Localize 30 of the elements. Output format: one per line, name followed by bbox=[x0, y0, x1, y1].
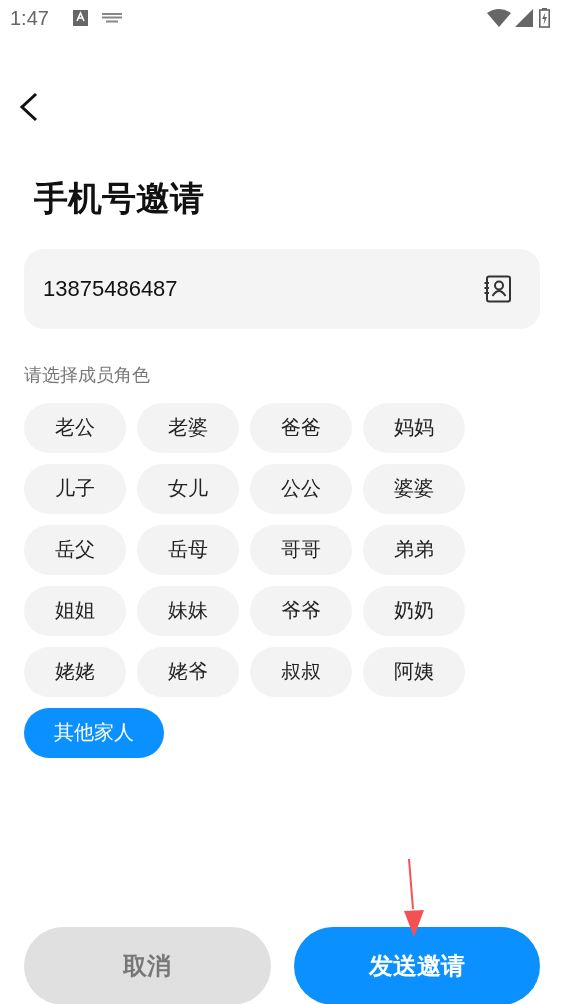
role-chip[interactable]: 岳母 bbox=[137, 524, 239, 575]
role-chip[interactable]: 女儿 bbox=[137, 463, 239, 514]
role-chip[interactable]: 公公 bbox=[250, 463, 352, 514]
role-chip[interactable]: 叔叔 bbox=[250, 646, 352, 697]
keyboard-a-icon bbox=[72, 10, 88, 26]
role-chip[interactable]: 姐姐 bbox=[24, 585, 126, 636]
role-chip[interactable]: 姥爷 bbox=[137, 646, 239, 697]
role-chip[interactable]: 妹妹 bbox=[137, 585, 239, 636]
role-chip[interactable]: 老婆 bbox=[137, 402, 239, 453]
role-chip[interactable]: 哥哥 bbox=[250, 524, 352, 575]
page-title: 手机号邀请 bbox=[34, 178, 205, 219]
role-chip[interactable]: 姥姥 bbox=[24, 646, 126, 697]
role-chip[interactable]: 妈妈 bbox=[363, 402, 465, 453]
phone-input-field[interactable]: 13875486487 bbox=[24, 248, 540, 329]
contact-book-icon[interactable] bbox=[484, 274, 512, 303]
keyboard-icon bbox=[101, 13, 122, 23]
role-chip[interactable]: 爷爷 bbox=[250, 585, 352, 636]
role-chip[interactable]: 奶奶 bbox=[363, 585, 465, 636]
role-chip[interactable]: 儿子 bbox=[24, 463, 126, 514]
wifi-icon bbox=[487, 9, 511, 27]
role-chip[interactable]: 爸爸 bbox=[250, 402, 352, 453]
role-chip[interactable]: 阿姨 bbox=[363, 646, 465, 697]
roles-label: 请选择成员角色 bbox=[24, 362, 151, 387]
signal-icon bbox=[515, 9, 533, 27]
role-chip[interactable]: 婆婆 bbox=[363, 463, 465, 514]
battery-charging-icon bbox=[539, 8, 550, 28]
status-time: 1:47 bbox=[10, 6, 49, 30]
role-chip[interactable]: 老公 bbox=[24, 402, 126, 453]
role-chip[interactable]: 弟弟 bbox=[363, 524, 465, 575]
role-chip[interactable]: 岳父 bbox=[24, 524, 126, 575]
